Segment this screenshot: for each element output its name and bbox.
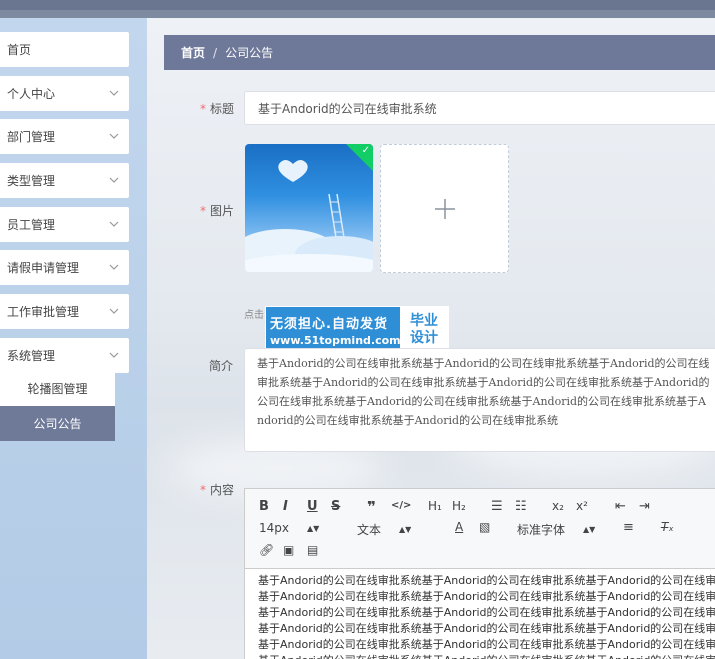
select-arrow-icon: ▲▼ [583, 525, 596, 534]
sidebar: 首页个人中心部门管理类型管理员工管理请假申请管理 工作审批管理 系统管理轮播图管理公… [0, 18, 147, 659]
paragraph-select[interactable]: 文本 ▲▼ [357, 521, 411, 538]
sidebar-item[interactable]: 工作审批管理 [0, 294, 129, 329]
font-size-select[interactable]: 14px ▲▼ [259, 521, 319, 535]
clear-format-icon[interactable]: T̶ₓ [661, 520, 674, 534]
main-content: 首页 / 公司公告 * 标题 基于Andorid的公司在线审批系统 * 图片 ✓ 点… [147, 18, 715, 659]
editor-line: 基于Andorid的公司在线审批系统基于Andorid的公司在线审批系统基于An… [258, 653, 715, 659]
ordered-list-icon[interactable]: ☰ [491, 499, 503, 514]
font-family-select[interactable]: 标准字体 ▲▼ [517, 521, 595, 538]
upload-button[interactable] [380, 144, 509, 273]
content-label: * 内容 [200, 483, 235, 497]
intro-textarea[interactable]: 基于Andorid的公司在线审批系统基于Andorid的公司在线审批系统基于An… [244, 348, 715, 452]
plus-icon [434, 198, 455, 219]
code-icon[interactable]: </> [391, 500, 411, 511]
editor-line: 基于Andorid的公司在线审批系统基于Andorid的公司在线审批系统基于An… [258, 622, 715, 635]
chevron-down-icon [109, 352, 119, 358]
uploaded-image-thumbnail[interactable]: ✓ [245, 144, 373, 272]
sidebar-item[interactable]: 员工管理 [0, 207, 129, 242]
sidebar-item[interactable]: 类型管理 [0, 163, 129, 198]
submenu-item[interactable]: 公司公告 [0, 406, 115, 441]
breadcrumb-home[interactable]: 首页 [181, 44, 205, 61]
title-input[interactable]: 基于Andorid的公司在线审批系统 [244, 91, 715, 125]
editor-line: 基于Andorid的公司在线审批系统基于Andorid的公司在线审批系统基于An… [258, 590, 715, 603]
link-icon[interactable]: 🔗︎ [259, 543, 274, 557]
sidebar-item[interactable]: 请假申请管理 [0, 250, 129, 285]
indent-icon[interactable]: ⇥ [639, 499, 650, 514]
watermark-banner: 无须担心.自动发货 www.51topmind.com 毕业 设计 [265, 306, 449, 353]
editor-line: 基于Andorid的公司在线审批系统基于Andorid的公司在线审批系统基于An… [258, 638, 715, 651]
blockquote-icon[interactable]: ❞ [367, 498, 376, 516]
superscript-button[interactable]: x² [576, 499, 588, 513]
bold-button[interactable]: B [259, 499, 269, 514]
sidebar-item[interactable]: 部门管理 [0, 119, 129, 154]
title-label: * 标题 [200, 102, 235, 116]
editor-line: 基于Andorid的公司在线审批系统基于Andorid的公司在线审批系统基于An… [258, 606, 715, 619]
sidebar-item-label: 员工管理 [7, 218, 56, 232]
check-icon: ✓ [361, 145, 370, 156]
chevron-down-icon [109, 264, 119, 270]
sidebar-item-label: 系统管理 [7, 349, 56, 363]
underline-button[interactable]: U [307, 499, 318, 514]
image-icon[interactable]: ▣ [283, 543, 294, 557]
sidebar-submenu: 轮播图管理 公司公告 [0, 371, 115, 441]
submenu-item[interactable]: 轮播图管理 [0, 371, 115, 406]
video-icon[interactable]: ▤ [307, 543, 318, 557]
italic-button[interactable]: I [283, 499, 288, 514]
sidebar-item-label: 类型管理 [7, 174, 56, 188]
sidebar-item[interactable]: 系统管理 [0, 338, 129, 373]
header1-button[interactable]: H₁ [428, 499, 442, 513]
editor-content[interactable]: 基于Andorid的公司在线审批系统基于Andorid的公司在线审批系统基于An… [245, 569, 715, 659]
watermark-line1: 无须担心.自动发货 [270, 316, 388, 332]
watermark-right2: 设计 [410, 329, 438, 346]
select-arrow-icon: ▲▼ [399, 525, 412, 534]
breadcrumb-current: 公司公告 [225, 46, 274, 60]
outdent-icon[interactable]: ⇤ [615, 499, 626, 514]
background-color-icon[interactable]: ▧ [479, 520, 490, 534]
chevron-down-icon [109, 177, 119, 183]
sidebar-item[interactable]: 个人中心 [0, 76, 129, 111]
sidebar-item-label: 请假申请管理 [7, 261, 80, 275]
sidebar-item-label: 个人中心 [7, 87, 56, 101]
header2-button[interactable]: H₂ [452, 499, 466, 513]
subscript-button[interactable]: x₂ [552, 499, 564, 513]
upload-hint: 点击 [244, 310, 264, 321]
chevron-down-icon [109, 221, 119, 227]
breadcrumb-separator: / [213, 45, 218, 60]
watermark-line2: www.51topmind.com [270, 333, 401, 347]
intro-label: 简介 [209, 359, 234, 373]
watermark-right1: 毕业 [410, 312, 438, 329]
align-icon[interactable]: ≡ [623, 520, 634, 535]
bullet-list-icon[interactable]: ☷ [515, 499, 527, 514]
breadcrumb: 首页 / 公司公告 [164, 35, 715, 70]
chevron-down-icon [109, 308, 119, 314]
editor-toolbar: B I U S ❞ </> H₁ H₂ ☰ ☷ x₂ x² ⇤ ⇥ 14px ▲▼… [245, 489, 715, 569]
rich-text-editor: B I U S ❞ </> H₁ H₂ ☰ ☷ x₂ x² ⇤ ⇥ 14px ▲▼… [244, 488, 715, 659]
sky-image [245, 160, 373, 272]
editor-line: 基于Andorid的公司在线审批系统基于Andorid的公司在线审批系统基于An… [258, 574, 715, 587]
chevron-down-icon [109, 133, 119, 139]
sidebar-item[interactable]: 首页 [0, 32, 129, 67]
top-bar [0, 0, 715, 18]
top-bar-accent [0, 0, 715, 10]
font-color-icon[interactable]: A [455, 520, 463, 534]
sidebar-item-label: 首页 [7, 43, 32, 57]
strike-button[interactable]: S [331, 499, 340, 514]
select-arrow-icon: ▲▼ [307, 523, 320, 533]
image-label: * 图片 [200, 204, 235, 218]
sidebar-item-label: 部门管理 [7, 130, 56, 144]
chevron-down-icon [109, 90, 119, 96]
sidebar-item-label: 工作审批管理 [7, 305, 80, 319]
